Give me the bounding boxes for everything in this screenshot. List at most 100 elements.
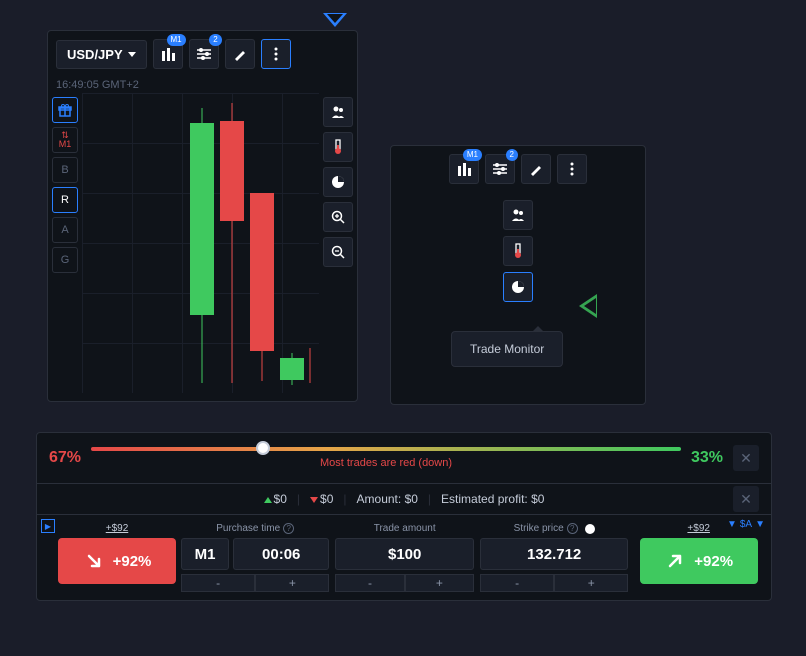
sec-draw-button[interactable] xyxy=(521,154,551,184)
strike-stepper: -+ xyxy=(480,574,628,592)
chart-body: ⇅M1 B R A G xyxy=(48,93,357,393)
secondary-toolbar: M1 2 xyxy=(391,146,645,192)
dots-vertical-icon xyxy=(570,162,574,176)
trade-row-options[interactable]: ▼ $A ▼ xyxy=(727,519,765,530)
a-button[interactable]: A xyxy=(52,217,78,243)
g-button[interactable]: G xyxy=(52,247,78,273)
thermometer-button[interactable] xyxy=(323,132,353,162)
right-tools xyxy=(319,93,357,393)
zoom-in-icon xyxy=(331,210,345,224)
users-icon xyxy=(511,208,525,222)
sec-indicators-badge: 2 xyxy=(506,149,518,161)
pie-button[interactable] xyxy=(323,167,353,197)
brush-icon xyxy=(529,162,543,176)
help-icon[interactable]: ? xyxy=(283,523,294,534)
down-summary: $0 xyxy=(310,492,333,506)
zoom-out-button[interactable] xyxy=(323,237,353,267)
candles-button[interactable]: M1 xyxy=(153,39,183,69)
strike-plus[interactable]: + xyxy=(554,574,628,592)
help-icon[interactable]: ? xyxy=(567,523,578,534)
indicators-badge: 2 xyxy=(209,34,221,46)
arrow-up-right-icon xyxy=(664,550,686,572)
pie-chart-icon xyxy=(511,280,525,294)
sentiment-up-pct: 33% xyxy=(691,449,723,467)
draw-button[interactable] xyxy=(225,39,255,69)
bars-icon xyxy=(457,162,471,176)
amount-plus[interactable]: + xyxy=(405,574,474,592)
sec-candles-button[interactable]: M1 xyxy=(449,154,479,184)
pie-chart-icon xyxy=(331,175,345,189)
highlight-arrow-icon xyxy=(579,294,597,318)
social-button[interactable] xyxy=(323,97,353,127)
zoom-out-icon xyxy=(331,245,345,259)
buy-button[interactable]: +92% xyxy=(640,538,758,584)
bars-icon xyxy=(161,47,175,61)
caret-down-icon xyxy=(128,52,136,57)
strike-label: Strike price? xyxy=(514,523,595,534)
sell-button[interactable]: +92% xyxy=(58,538,176,584)
sec-social-button[interactable] xyxy=(503,200,533,230)
triangle-up-icon xyxy=(264,497,272,503)
sell-payout: +$92 xyxy=(106,523,129,534)
menu-pointer-icon xyxy=(323,13,347,27)
secondary-panel: M1 2 Trade Monitor xyxy=(390,145,646,405)
amount-input[interactable]: $100 xyxy=(335,538,474,570)
time-plus[interactable]: + xyxy=(255,574,329,592)
sentiment-slider[interactable]: Most trades are red (down) xyxy=(91,443,681,473)
chart-timestamp: 16:49:05 GMT+2 xyxy=(48,77,357,93)
up-summary: $0 xyxy=(264,492,287,506)
trade-monitor-tooltip: Trade Monitor xyxy=(451,331,563,367)
currency-label: $A xyxy=(740,519,752,530)
amount-label: Trade amount xyxy=(374,523,436,534)
slider-track xyxy=(91,447,681,451)
b-button[interactable]: B xyxy=(52,157,78,183)
strike-input[interactable]: 132.712 xyxy=(480,538,628,570)
sec-thermometer-button[interactable] xyxy=(503,236,533,266)
triangle-down-icon xyxy=(310,497,318,503)
sentiment-down-pct: 67% xyxy=(49,449,81,467)
r-button[interactable]: R xyxy=(52,187,78,213)
purchase-time-label: Purchase time? xyxy=(216,523,294,534)
summary-row: $0 | $0 | Amount: $0 | Estimated profit:… xyxy=(37,484,771,515)
sec-pie-button[interactable] xyxy=(503,272,533,302)
brush-icon xyxy=(233,47,247,61)
pair-selector[interactable]: USD/JPY xyxy=(56,40,147,69)
time-minus[interactable]: - xyxy=(181,574,255,592)
gift-button[interactable] xyxy=(52,97,78,123)
amount-minus[interactable]: - xyxy=(335,574,404,592)
dots-vertical-icon xyxy=(274,47,278,61)
candlestick-chart[interactable] xyxy=(82,93,319,393)
gift-icon xyxy=(58,103,72,117)
secondary-right-tools xyxy=(391,192,645,344)
close-summary-button[interactable]: ✕ xyxy=(733,486,759,512)
more-menu-button[interactable] xyxy=(261,39,291,69)
amount-stepper: -+ xyxy=(335,574,474,592)
thermometer-icon xyxy=(513,243,523,259)
pair-label: USD/JPY xyxy=(67,47,123,62)
thermometer-icon xyxy=(333,139,343,155)
left-tools: ⇅M1 B R A G xyxy=(48,93,82,393)
sec-candles-badge: M1 xyxy=(463,149,482,161)
interval-input[interactable]: M1 xyxy=(181,538,229,570)
expand-button[interactable]: ▶ xyxy=(41,519,55,533)
interval-button[interactable]: ⇅M1 xyxy=(52,127,78,153)
buy-payout: +$92 xyxy=(687,523,710,534)
countdown-input[interactable]: 00:06 xyxy=(233,538,329,570)
main-chart-panel: USD/JPY M1 2 16:49:05 GMT+2 ⇅M1 B R xyxy=(47,30,358,402)
indicators-button[interactable]: 2 xyxy=(189,39,219,69)
strike-toggle[interactable] xyxy=(585,524,595,534)
close-sentiment-button[interactable]: ✕ xyxy=(733,445,759,471)
strike-minus[interactable]: - xyxy=(480,574,554,592)
sentiment-label: Most trades are red (down) xyxy=(91,457,681,469)
sec-indicators-button[interactable]: 2 xyxy=(485,154,515,184)
arrow-down-right-icon xyxy=(83,550,105,572)
profit-summary: Estimated profit: $0 xyxy=(441,492,544,506)
time-stepper: -+ xyxy=(181,574,329,592)
candles-badge: M1 xyxy=(167,34,186,46)
trade-panel: 67% Most trades are red (down) 33% ✕ $0 … xyxy=(36,432,772,601)
users-icon xyxy=(331,105,345,119)
zoom-in-button[interactable] xyxy=(323,202,353,232)
slider-thumb[interactable] xyxy=(256,441,270,455)
trade-controls: ▶ ▼ $A ▼ +$92 +92% Purchase time? M1 00:… xyxy=(37,515,771,600)
sec-more-button[interactable] xyxy=(557,154,587,184)
